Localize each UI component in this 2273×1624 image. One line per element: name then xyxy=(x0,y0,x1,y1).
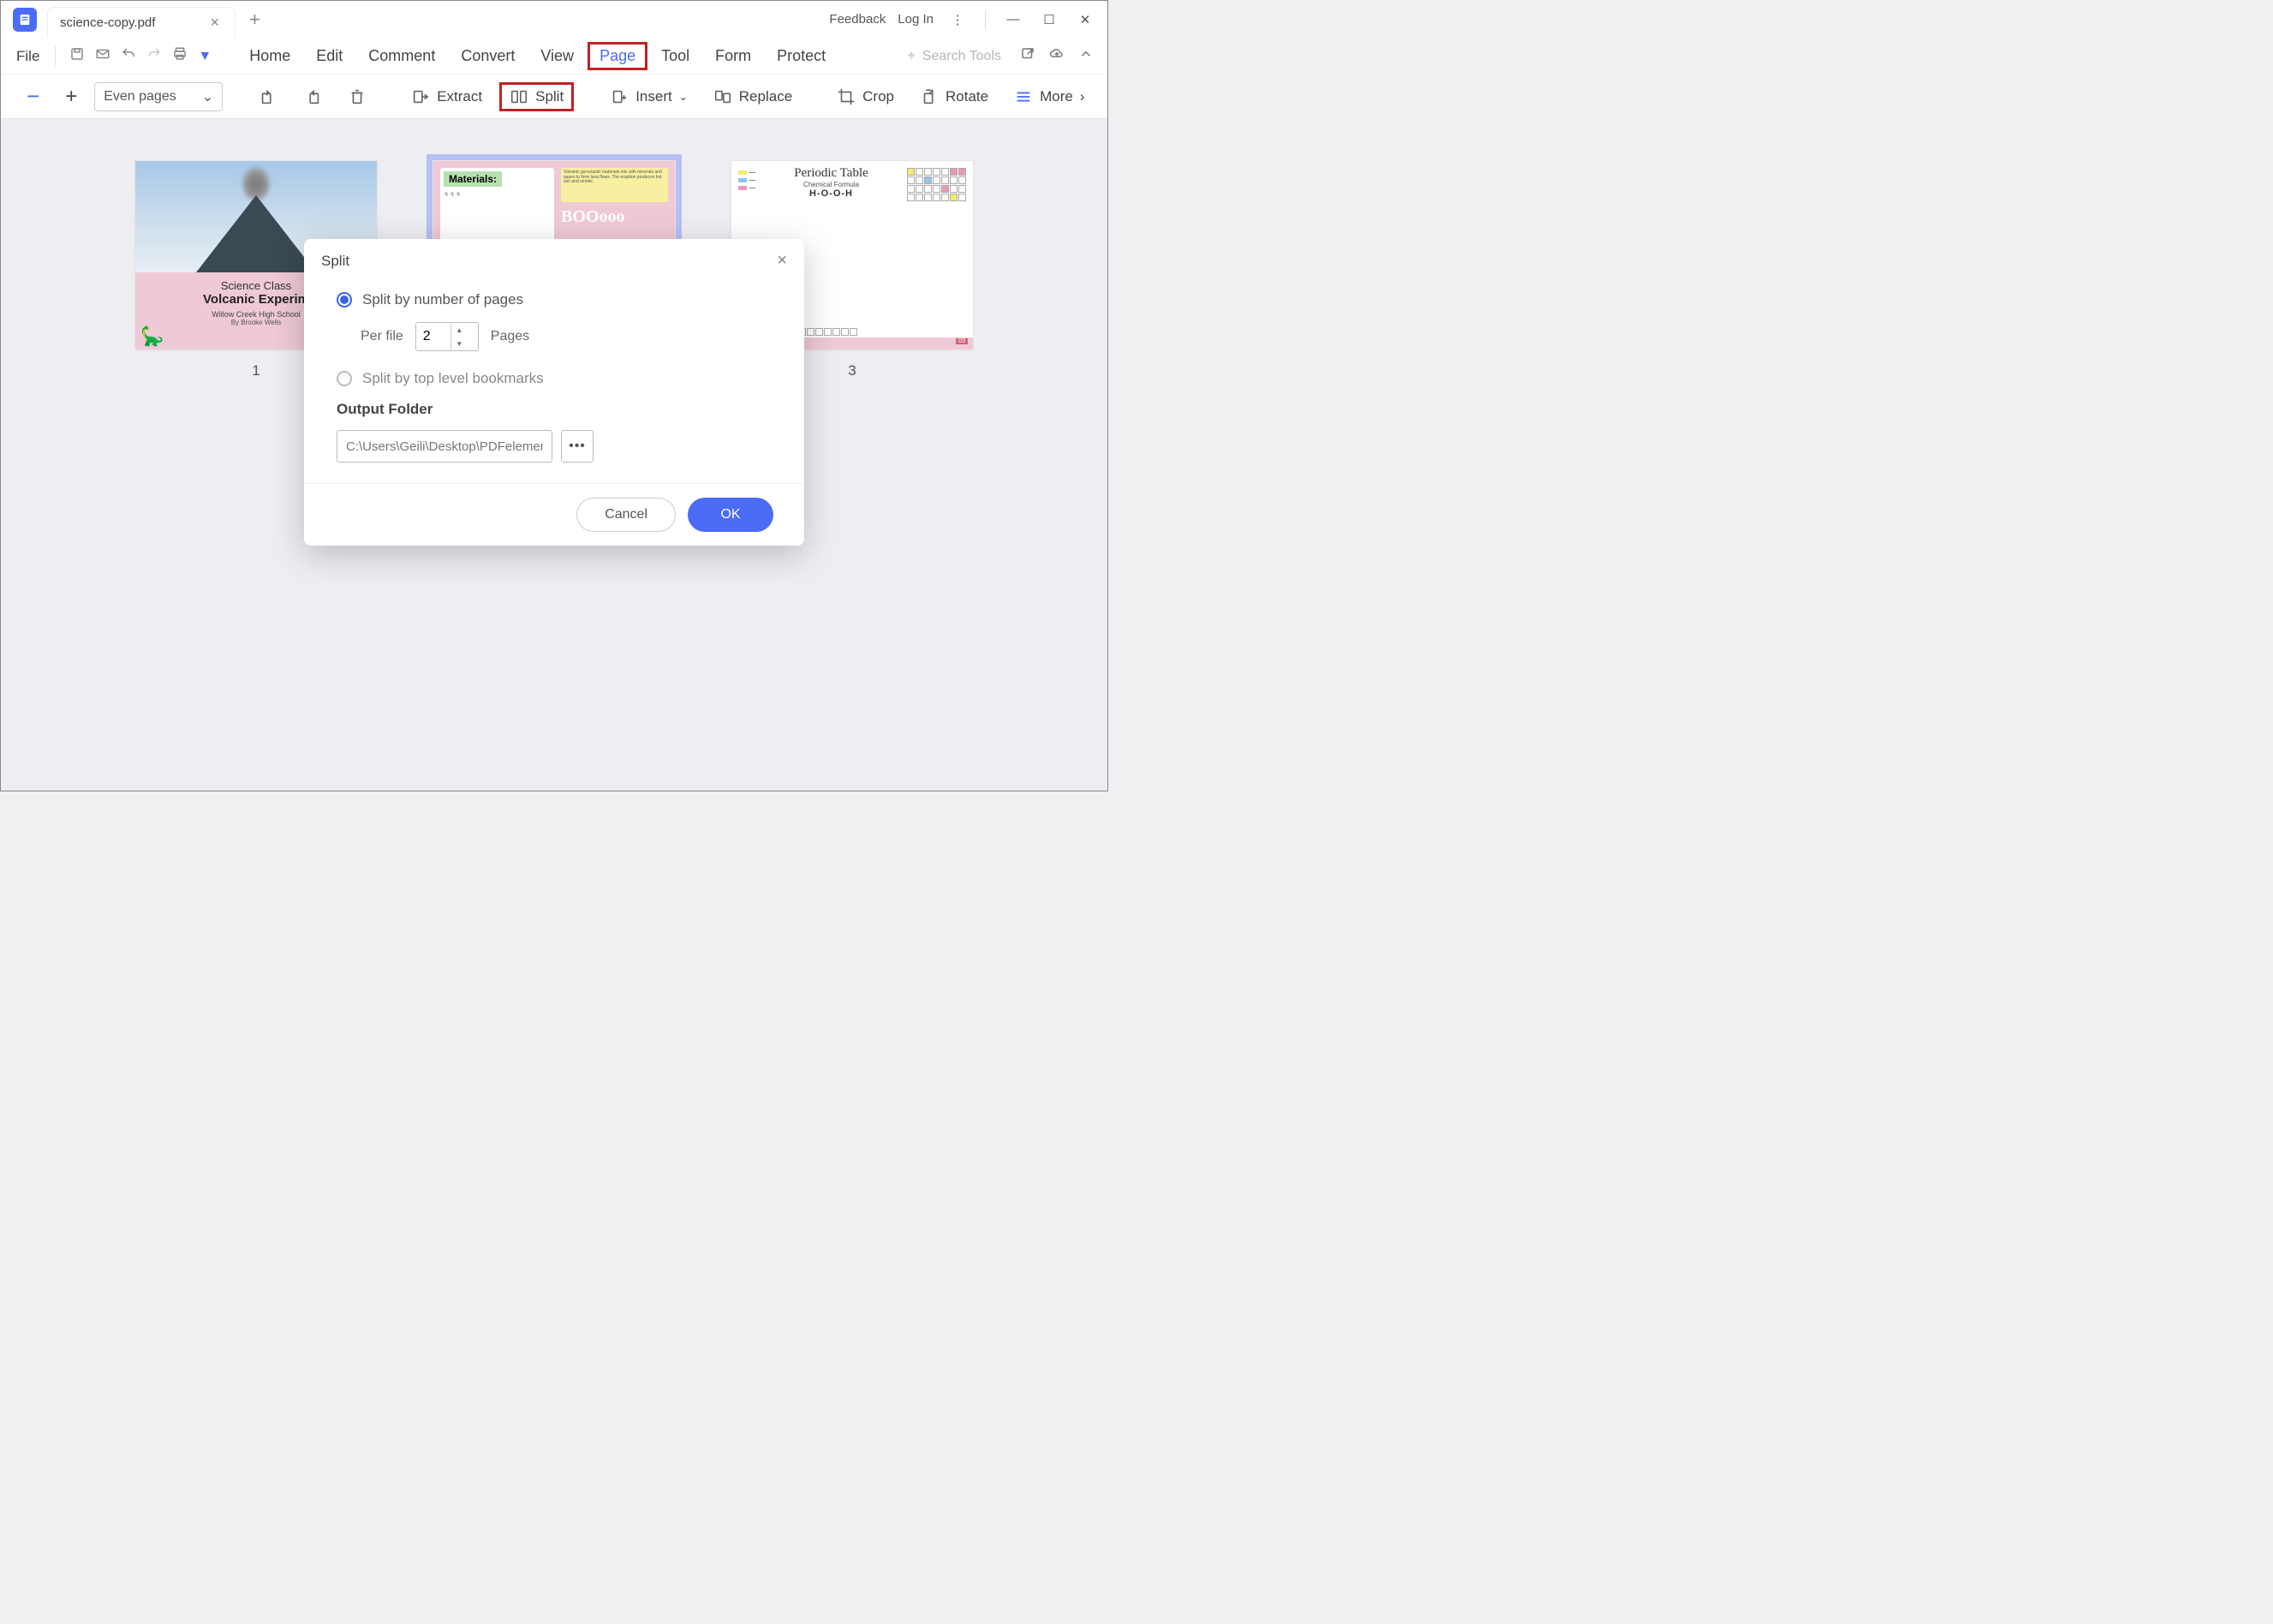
replace-button[interactable]: Replace xyxy=(705,82,801,111)
split-button[interactable]: Split xyxy=(499,82,574,111)
lightbulb-icon: ⌖ xyxy=(908,49,916,64)
undo-icon[interactable] xyxy=(121,46,136,66)
radio-split-by-bookmarks[interactable] xyxy=(337,371,352,386)
split-dialog: Split × Split by number of pages Per fil… xyxy=(304,239,804,546)
split-label: Split xyxy=(535,88,564,105)
page-number: 1 xyxy=(252,362,260,379)
periodic-sub: Chemical Formula xyxy=(762,181,900,188)
boo-text: BOOooo xyxy=(561,207,668,227)
new-tab-button[interactable]: + xyxy=(236,9,274,31)
menu-convert[interactable]: Convert xyxy=(449,42,527,70)
menu-home[interactable]: Home xyxy=(237,42,302,70)
menu-form[interactable]: Form xyxy=(703,42,763,70)
document-tab[interactable]: science-copy.pdf × xyxy=(47,7,236,38)
cancel-button[interactable]: Cancel xyxy=(576,498,676,532)
page-filter-combo[interactable]: Even pages ⌄ xyxy=(94,82,223,111)
close-window-icon[interactable]: ✕ xyxy=(1073,8,1097,32)
app-icon xyxy=(13,8,37,32)
zoom-in-button[interactable]: + xyxy=(57,80,86,114)
tab-close-icon[interactable]: × xyxy=(206,14,223,32)
slide-page-badge: 03 xyxy=(956,338,968,344)
insert-button[interactable]: Insert ⌄ xyxy=(601,82,696,111)
extract-button[interactable]: Extract xyxy=(403,82,491,111)
replace-label: Replace xyxy=(739,88,792,105)
minimize-icon[interactable]: — xyxy=(1001,8,1025,32)
kebab-menu-icon[interactable]: ⋮ xyxy=(946,8,969,32)
delete-page-button[interactable] xyxy=(339,82,375,111)
more-button[interactable]: More › xyxy=(1005,82,1093,111)
periodic-table-graphic xyxy=(907,168,966,321)
crop-label: Crop xyxy=(862,88,894,105)
feedback-link[interactable]: Feedback xyxy=(829,12,886,27)
chevron-right-icon: › xyxy=(1080,88,1085,105)
page-filter-value: Even pages xyxy=(104,89,176,104)
quick-access-toolbar: ▼ xyxy=(63,46,218,66)
output-folder-input[interactable] xyxy=(337,430,552,463)
dialog-close-icon[interactable]: × xyxy=(777,251,787,271)
page-toolbar: − + Even pages ⌄ Extract Split Insert ⌄ … xyxy=(1,75,1107,119)
share-icon[interactable] xyxy=(1020,46,1035,66)
collapse-ribbon-icon[interactable] xyxy=(1078,46,1094,66)
chevron-down-icon: ⌄ xyxy=(202,88,213,105)
materials-label: Materials: xyxy=(444,171,502,187)
pages-per-file-input[interactable] xyxy=(416,329,450,344)
more-label: More xyxy=(1040,88,1073,105)
cloud-icon[interactable] xyxy=(1049,46,1065,66)
rotate-button[interactable]: Rotate xyxy=(911,82,997,111)
save-icon[interactable] xyxy=(69,46,85,66)
redo-icon[interactable] xyxy=(146,46,162,66)
chevron-down-icon: ⌄ xyxy=(679,91,688,103)
file-menu[interactable]: File xyxy=(8,48,48,65)
menu-protect[interactable]: Protect xyxy=(765,42,838,70)
sticky-note: Volcanic pyroclastic materials mix with … xyxy=(561,168,668,202)
menubar: File ▼ Home Edit Comment Convert View Pa… xyxy=(1,39,1107,75)
dialog-title: Split xyxy=(321,253,349,270)
periodic-formula: H-O-O-H xyxy=(762,188,900,199)
print-icon[interactable] xyxy=(172,46,188,66)
spinner-down-icon[interactable]: ▼ xyxy=(451,337,468,350)
login-link[interactable]: Log In xyxy=(898,12,934,27)
rotate-right-button[interactable] xyxy=(295,82,331,111)
ok-button[interactable]: OK xyxy=(688,498,773,532)
radio-label-bookmarks: Split by top level bookmarks xyxy=(362,370,544,387)
page-number: 3 xyxy=(848,362,856,379)
crop-button[interactable]: Crop xyxy=(828,82,903,111)
menu-comment[interactable]: Comment xyxy=(356,42,447,70)
zoom-out-button[interactable]: − xyxy=(18,78,48,115)
radio-label-pages: Split by number of pages xyxy=(362,291,523,308)
extract-label: Extract xyxy=(437,88,482,105)
spinner-up-icon[interactable]: ▲ xyxy=(451,323,468,337)
pages-per-file-spinner[interactable]: ▲ ▼ xyxy=(415,322,479,351)
periodic-title: Periodic Table xyxy=(762,166,900,181)
output-folder-label: Output Folder xyxy=(337,401,772,418)
mail-icon[interactable] xyxy=(95,46,110,66)
rotate-left-button[interactable] xyxy=(250,82,286,111)
menu-page[interactable]: Page xyxy=(588,42,647,70)
search-tools-input[interactable]: Search Tools xyxy=(922,49,1001,64)
titlebar: science-copy.pdf × + Feedback Log In ⋮ —… xyxy=(1,1,1107,39)
maximize-icon[interactable]: ☐ xyxy=(1037,8,1061,32)
pages-suffix: Pages xyxy=(491,329,529,344)
menu-edit[interactable]: Edit xyxy=(304,42,355,70)
insert-label: Insert xyxy=(635,88,672,105)
browse-folder-button[interactable]: ••• xyxy=(561,430,594,463)
customize-qat-icon[interactable]: ▼ xyxy=(198,49,212,64)
menu-tool[interactable]: Tool xyxy=(649,42,701,70)
menu-view[interactable]: View xyxy=(528,42,586,70)
doodle-icon: 🦕 xyxy=(140,325,164,348)
tab-label: science-copy.pdf xyxy=(60,15,155,30)
divider xyxy=(985,10,986,29)
radio-split-by-pages[interactable] xyxy=(337,292,352,307)
perfile-label: Per file xyxy=(361,329,403,344)
rotate-label: Rotate xyxy=(946,88,988,105)
separator xyxy=(55,46,56,67)
